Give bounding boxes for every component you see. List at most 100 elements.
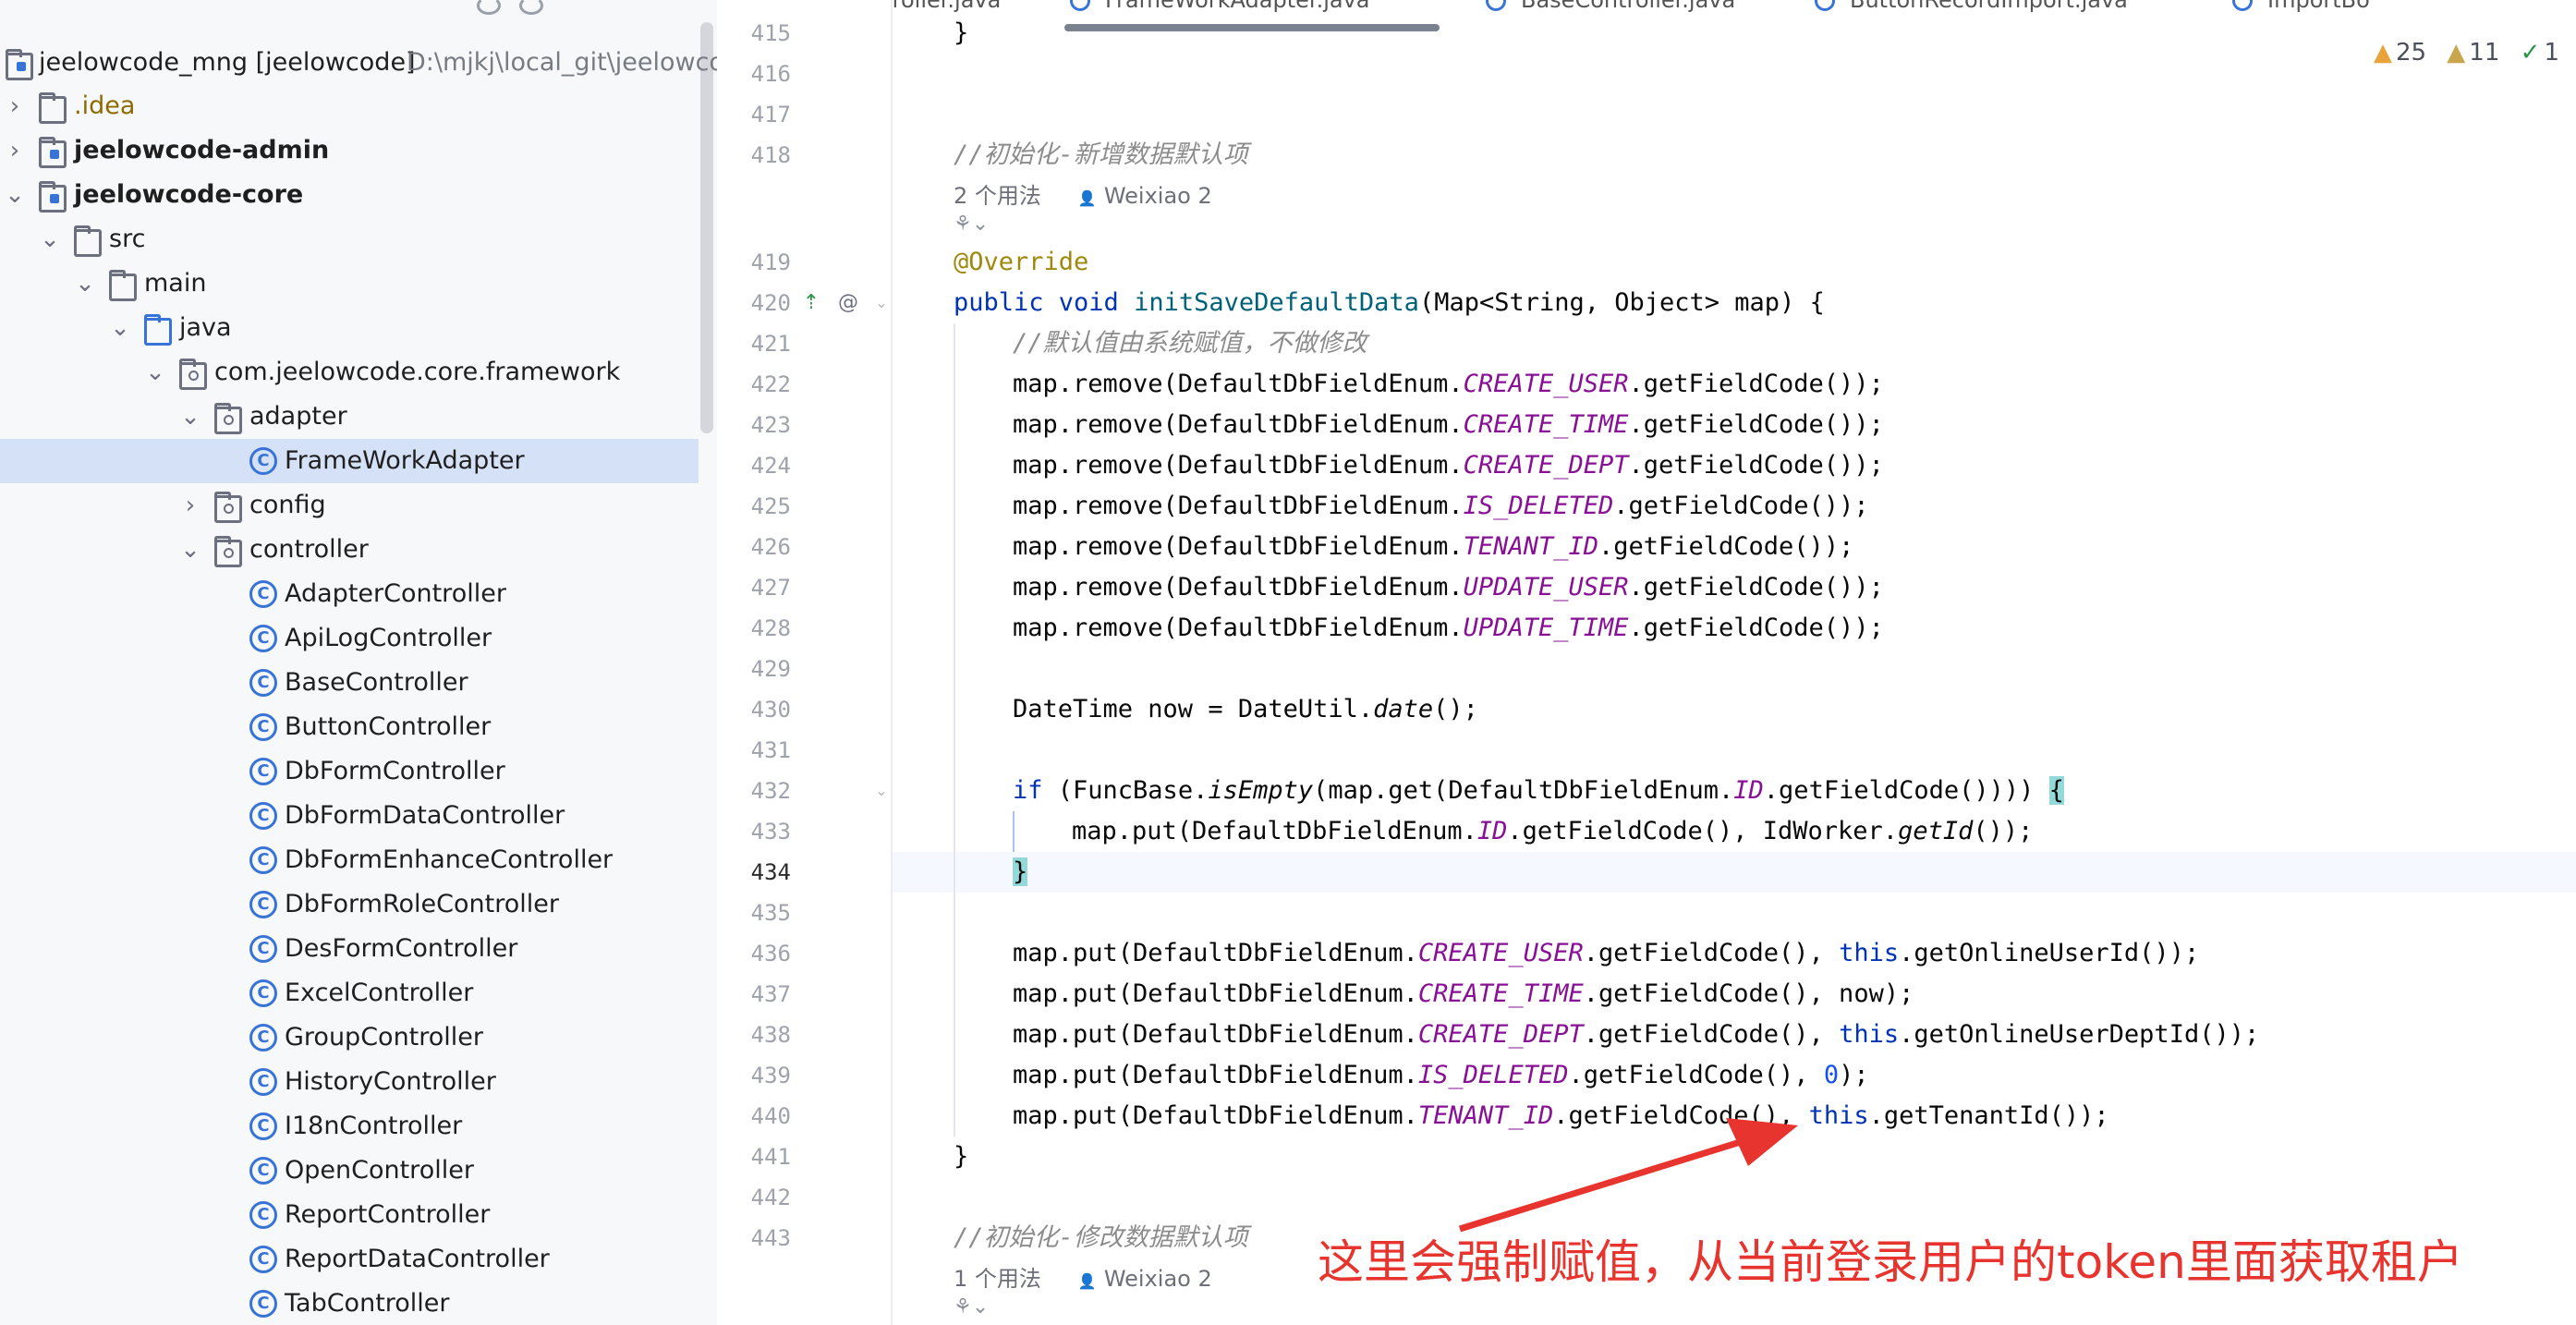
- implements-method-icon[interactable]: ⇡: [796, 288, 826, 318]
- chevron-down-icon[interactable]: ⌄: [144, 356, 166, 389]
- chevron-down-icon[interactable]: ⌄: [179, 400, 201, 433]
- tree-item-class[interactable]: C DbFormEnhanceController: [0, 838, 699, 882]
- class-icon: C: [249, 669, 277, 697]
- chevron-down-icon[interactable]: ⌄: [179, 533, 201, 566]
- code-comment: //初始化-修改数据默认项: [954, 1223, 1248, 1252]
- tree-item-class[interactable]: C ApiLogController: [0, 616, 699, 661]
- chevron-right-icon[interactable]: ›: [4, 134, 26, 167]
- code-line: }: [1013, 857, 1028, 886]
- line-number: 431: [750, 737, 791, 763]
- ai-assist-icon[interactable]: ⚘⌄: [954, 213, 989, 240]
- annotation-note: 这里会强制赋值，从当前登录用户的token里面获取租户: [1318, 1235, 2463, 1289]
- tree-item-class[interactable]: C OpenController: [0, 1149, 699, 1193]
- line-number: 416: [750, 61, 791, 87]
- line-number: 417: [750, 102, 791, 128]
- tab-button-record-import[interactable]: ButtonRecordImport.java: [1815, 0, 2128, 13]
- line-number: 418: [750, 142, 791, 168]
- usage-inlay-hint[interactable]: 1 个用法 Weixiao 2: [954, 1260, 1212, 1297]
- line-number: 443: [750, 1225, 791, 1251]
- error-count: 25: [2395, 39, 2427, 67]
- tab-framework-adapter[interactable]: FrameWorkAdapter.java: [1070, 0, 1369, 13]
- tree-item-package[interactable]: ⌄ com.jeelowcode.core.framework: [0, 350, 699, 395]
- usage-inlay-hint[interactable]: 2 个用法 Weixiao 2: [954, 177, 1212, 214]
- tree-item-label: OpenController: [285, 1156, 474, 1185]
- tree-item-label: FrameWorkAdapter: [285, 446, 525, 475]
- tree-item-class[interactable]: C BaseController: [0, 661, 699, 705]
- tab-base-controller[interactable]: BaseController.java: [1486, 0, 1735, 13]
- line-number: 419: [750, 249, 791, 275]
- code-line: map.remove(DefaultDbFieldEnum.TENANT_ID.…: [1013, 532, 1854, 561]
- locate-icon[interactable]: [477, 0, 501, 15]
- chevron-right-icon[interactable]: ›: [4, 90, 26, 123]
- tree-root[interactable]: jeelowcode_mng [jeelowcode] D:\mjkj\loca…: [0, 41, 717, 85]
- tree-item-controller[interactable]: ⌄ controller: [0, 528, 699, 572]
- chevron-right-icon[interactable]: ›: [179, 489, 201, 522]
- tree-item-config[interactable]: › config: [0, 483, 699, 528]
- line-number: 441: [750, 1144, 791, 1170]
- tree-item-java[interactable]: ⌄ java: [0, 306, 699, 350]
- tree-item-label: TabController: [285, 1289, 450, 1318]
- line-number: 436: [750, 941, 791, 966]
- tree-item-class[interactable]: C AdapterController: [0, 572, 699, 616]
- chevron-down-icon[interactable]: ⌄: [4, 178, 26, 212]
- indent-guide-active: [1013, 811, 1015, 852]
- ok-count: 1: [2544, 39, 2559, 67]
- tree-item-class[interactable]: C HistoryController: [0, 1060, 699, 1104]
- chevron-down-icon[interactable]: ⌄: [74, 267, 96, 300]
- class-icon: C: [249, 979, 277, 1007]
- tree-item-main[interactable]: ⌄ main: [0, 261, 699, 306]
- module-folder-icon: [39, 137, 67, 168]
- active-tab-indicator: [1064, 24, 1440, 31]
- tree-item-class[interactable]: C ButtonController: [0, 705, 699, 749]
- tree-item-label: jeelowcode-admin: [74, 136, 330, 164]
- tree-item-label: DbFormRoleController: [285, 890, 559, 918]
- tree-item-label: DbFormEnhanceController: [285, 845, 614, 874]
- tab-importbo[interactable]: ImportBo: [2232, 0, 2370, 13]
- tree-item-class[interactable]: C DbFormRoleController: [0, 882, 699, 927]
- tree-item-frameworkadapter[interactable]: C FrameWorkAdapter: [0, 439, 699, 483]
- tree-item-core[interactable]: ⌄ jeelowcode-core: [0, 173, 699, 217]
- tree-item-class[interactable]: C DesFormController: [0, 927, 699, 971]
- line-number: 423: [750, 412, 791, 438]
- tree-item-class[interactable]: C DbFormController: [0, 749, 699, 794]
- line-number: 432: [750, 778, 791, 804]
- tree-item-label: BaseController: [285, 668, 468, 697]
- line-number: 422: [750, 371, 791, 397]
- class-icon: C: [249, 580, 277, 608]
- tree-item-src[interactable]: ⌄ src: [0, 217, 699, 261]
- tree-scrollbar[interactable]: [700, 22, 713, 433]
- tree-item-admin[interactable]: › jeelowcode-admin: [0, 128, 699, 173]
- code-editor[interactable]: ExcelController.java FrameWorkAdapter.ja…: [719, 0, 2576, 1325]
- line-number: 438: [750, 1022, 791, 1048]
- tree-item-idea[interactable]: › .idea: [0, 84, 699, 128]
- package-icon: [214, 492, 242, 523]
- ai-assist-icon[interactable]: ⚘⌄: [954, 1295, 989, 1323]
- line-number: 433: [750, 819, 791, 845]
- annotation-icon[interactable]: @: [833, 288, 863, 318]
- package-icon: [214, 536, 242, 567]
- usages-count: 2 个用法: [954, 183, 1041, 209]
- chevron-down-icon[interactable]: ⌄: [39, 223, 61, 256]
- code-line: map.remove(DefaultDbFieldEnum.UPDATE_TIM…: [1013, 614, 1884, 642]
- tree-item-class[interactable]: C I18nController: [0, 1104, 699, 1149]
- tree-item-adapter[interactable]: ⌄ adapter: [0, 395, 699, 439]
- tree-item-class[interactable]: C DbFormDataController: [0, 794, 699, 838]
- tree-root-path: D:\mjkj\local_git\jeelowcode: [407, 48, 717, 77]
- code-line: map.put(DefaultDbFieldEnum.IS_DELETED.ge…: [1013, 1061, 1869, 1089]
- chevron-down-icon[interactable]: ⌄: [109, 311, 131, 345]
- tree-item-class[interactable]: C ReportController: [0, 1193, 699, 1237]
- tree-toolbar: [0, 0, 717, 18]
- class-icon: [1486, 0, 1506, 11]
- fold-icon[interactable]: ⌄: [867, 776, 896, 806]
- tab-label: BaseController.java: [1521, 0, 1736, 13]
- tree-item-class[interactable]: C TabController: [0, 1282, 699, 1325]
- tree-item-label: ReportController: [285, 1200, 491, 1229]
- tree-item-class[interactable]: C GroupController: [0, 1015, 699, 1060]
- tree-item-class[interactable]: C ExcelController: [0, 971, 699, 1015]
- indent-guide: [954, 323, 955, 1137]
- tree-item-class[interactable]: C ReportDataController: [0, 1237, 699, 1282]
- inspections-widget[interactable]: ▲ 25 ▲ 11 ✓ 1: [2361, 39, 2559, 72]
- project-tree-panel: jeelowcode_mng [jeelowcode] D:\mjkj\loca…: [0, 0, 717, 1325]
- fold-icon[interactable]: ⌄: [867, 288, 896, 318]
- collapse-icon[interactable]: [519, 0, 543, 15]
